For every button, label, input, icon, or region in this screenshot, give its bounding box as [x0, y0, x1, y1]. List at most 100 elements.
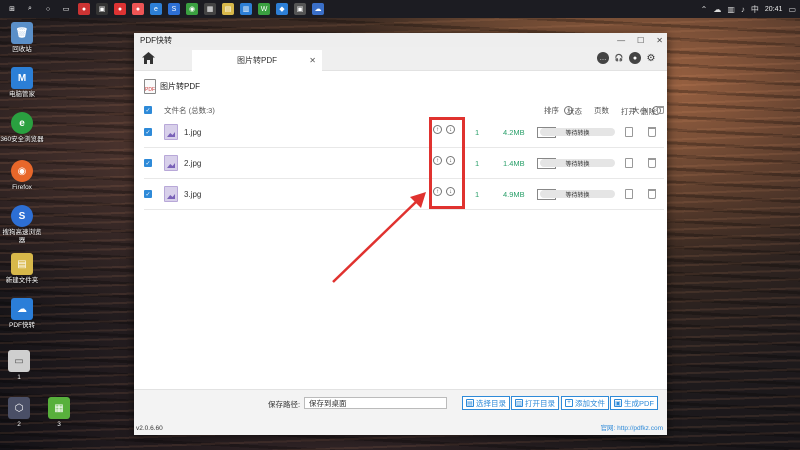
- button-label: 生成PDF: [624, 398, 654, 408]
- generate-pdf-button[interactable]: ▣ 生成PDF: [610, 396, 658, 410]
- desktop-icon-file-3[interactable]: ▦ 3: [37, 397, 81, 429]
- choose-directory-button[interactable]: ▤ 选择目录: [462, 396, 510, 410]
- network-icon[interactable]: ▥: [727, 5, 735, 14]
- volume-icon[interactable]: ♪: [741, 5, 745, 14]
- open-file-icon[interactable]: [625, 158, 633, 168]
- desktop-icon-file-1[interactable]: ▭ 1: [0, 350, 41, 382]
- image-thumbnail-icon: [164, 186, 178, 202]
- taskbar-app-icon[interactable]: ●: [132, 3, 144, 15]
- delete-row-icon[interactable]: [648, 158, 656, 168]
- windows-icon[interactable]: ⊞: [6, 3, 18, 15]
- desktop-icon-file-2[interactable]: ⬡ 2: [0, 397, 41, 429]
- select-all-checkbox[interactable]: ✓: [144, 106, 152, 114]
- button-label: 选择目录: [476, 398, 506, 408]
- taskbar-app-icon[interactable]: ●: [78, 3, 90, 15]
- clock[interactable]: 20:41: [765, 6, 783, 13]
- desktop-icon-new-folder[interactable]: ▤ 新建文件夹: [0, 253, 44, 285]
- folder-icon: ▤: [11, 253, 33, 275]
- column-size: 大小: [632, 105, 647, 115]
- save-path-label: 保存路径:: [268, 400, 301, 409]
- desktop-icon-computer-manager[interactable]: M 电脑管家: [0, 67, 44, 99]
- gear-icon[interactable]: ⚙: [645, 52, 657, 64]
- pdf-file-icon: PDF: [144, 79, 156, 94]
- row-checkbox[interactable]: ✓: [144, 190, 152, 198]
- delete-row-icon[interactable]: [648, 127, 656, 137]
- image-thumbnail-icon: [164, 155, 178, 171]
- footer-bar: 保存路径: 保存到桌面 ▤ 选择目录 ▥ 打开目录 + 添加文件 ▣ 生成PDF…: [134, 389, 667, 435]
- desktop-icon-recycle-bin[interactable]: 🗑 回收站: [0, 22, 44, 54]
- image-thumbnail-icon: [164, 124, 178, 140]
- chevron-up-icon[interactable]: ⌃: [701, 5, 708, 14]
- desktop-icon-pdf-converter[interactable]: ☁ PDF快转: [0, 298, 44, 330]
- column-order[interactable]: 排序: [544, 105, 559, 116]
- table-row: ✓ 2.jpg 2: [144, 148, 664, 179]
- tab-close-icon[interactable]: ✕: [309, 56, 316, 65]
- tab-image-to-pdf[interactable]: 图片转PDF ✕: [192, 50, 322, 71]
- save-path-input[interactable]: 保存到桌面: [304, 397, 447, 409]
- section-title: 图片转PDF: [160, 82, 200, 91]
- taskbar-app-icon[interactable]: ▤: [222, 3, 234, 15]
- sogou-browser-icon: S: [11, 205, 33, 227]
- taskbar-app-icon[interactable]: e: [150, 3, 162, 15]
- taskbar-app-icon[interactable]: ▣: [294, 3, 306, 15]
- minimize-button[interactable]: —: [617, 36, 625, 45]
- task-view-icon[interactable]: ▭: [60, 3, 72, 15]
- cortana-icon[interactable]: ○: [42, 3, 54, 15]
- open-file-icon[interactable]: [625, 189, 633, 199]
- button-label: 打开目录: [525, 398, 555, 408]
- headset-icon[interactable]: 🎧: [613, 52, 625, 64]
- column-pages: 页数: [594, 105, 609, 115]
- version-label: v2.0.6.60: [136, 425, 163, 432]
- firefox-icon: ◉: [11, 160, 33, 182]
- pdf-icon: ▣: [614, 399, 622, 407]
- table-row: ✓ 3.jpg 3: [144, 179, 664, 210]
- home-icon[interactable]: [141, 51, 155, 65]
- taskbar-app-icon[interactable]: S: [168, 3, 180, 15]
- taskbar-app-icon[interactable]: ▣: [96, 3, 108, 15]
- row-checkbox[interactable]: ✓: [144, 128, 152, 136]
- file-name: 2.jpg: [184, 158, 202, 168]
- taskbar-app-icon[interactable]: ◉: [186, 3, 198, 15]
- table-row: ✓ 1.jpg 1: [144, 117, 664, 148]
- taskbar-app-icon[interactable]: ◆: [276, 3, 288, 15]
- desktop-icon-360-browser[interactable]: e 360安全浏览器: [0, 112, 44, 144]
- tab-label: 图片转PDF: [237, 56, 277, 65]
- 360-browser-icon: e: [11, 112, 33, 134]
- order-input[interactable]: 3: [537, 188, 556, 200]
- taskbar-app-icon[interactable]: ▦: [204, 3, 216, 15]
- delete-row-icon[interactable]: [648, 189, 656, 199]
- ime-indicator[interactable]: 中: [751, 4, 759, 15]
- taskbar: ⊞ ⌕ ○ ▭ ● ▣ ● ● e S ◉ ▦ ▤ ▥ W ◆ ▣ ☁ ⌃ ☁ …: [0, 0, 800, 18]
- order-input[interactable]: 2: [537, 157, 556, 169]
- file-name: 1.jpg: [184, 127, 202, 137]
- add-file-button[interactable]: + 添加文件: [561, 396, 609, 410]
- pdf-converter-window: PDF快转 — ☐ ✕ 图片转PDF ✕ … 🎧 ● ⚙ PDF 图片转PDF …: [134, 33, 667, 435]
- image-file-icon: ▭: [8, 350, 30, 372]
- taskbar-app-icon[interactable]: W: [258, 3, 270, 15]
- computer-manager-icon: M: [11, 67, 33, 89]
- cloud-icon[interactable]: ☁: [713, 5, 721, 14]
- taskbar-app-icon[interactable]: ☁: [312, 3, 324, 15]
- desktop-icon-firefox[interactable]: ◉ Firefox: [0, 160, 44, 192]
- row-checkbox[interactable]: ✓: [144, 159, 152, 167]
- image-file-icon: ▦: [48, 397, 70, 419]
- system-tray: ⌃ ☁ ▥ ♪ 中 20:41 ▭: [701, 0, 796, 18]
- open-file-icon[interactable]: [625, 127, 633, 137]
- user-icon[interactable]: ●: [629, 52, 641, 64]
- sort-down-icon[interactable]: ↓: [564, 105, 573, 115]
- sort-size-icon[interactable]: ↓: [652, 105, 661, 115]
- order-input[interactable]: 1: [537, 126, 556, 138]
- image-file-icon: ⬡: [8, 397, 30, 419]
- search-icon[interactable]: ⌕: [24, 3, 36, 15]
- recycle-bin-icon: 🗑: [11, 22, 33, 44]
- desktop-icon-sogou-browser[interactable]: S 搜狗高速浏览器: [0, 205, 44, 245]
- notification-icon[interactable]: ▭: [788, 5, 796, 14]
- maximize-button[interactable]: ☐: [637, 36, 644, 45]
- window-titlebar[interactable]: PDF快转 — ☐ ✕: [134, 33, 667, 47]
- taskbar-app-icon[interactable]: ●: [114, 3, 126, 15]
- close-window-button[interactable]: ✕: [656, 36, 663, 45]
- open-directory-button[interactable]: ▥ 打开目录: [511, 396, 559, 410]
- website-link[interactable]: 官网: http://pdfkz.com: [601, 422, 664, 432]
- taskbar-app-icon[interactable]: ▥: [240, 3, 252, 15]
- chat-icon[interactable]: …: [597, 52, 609, 64]
